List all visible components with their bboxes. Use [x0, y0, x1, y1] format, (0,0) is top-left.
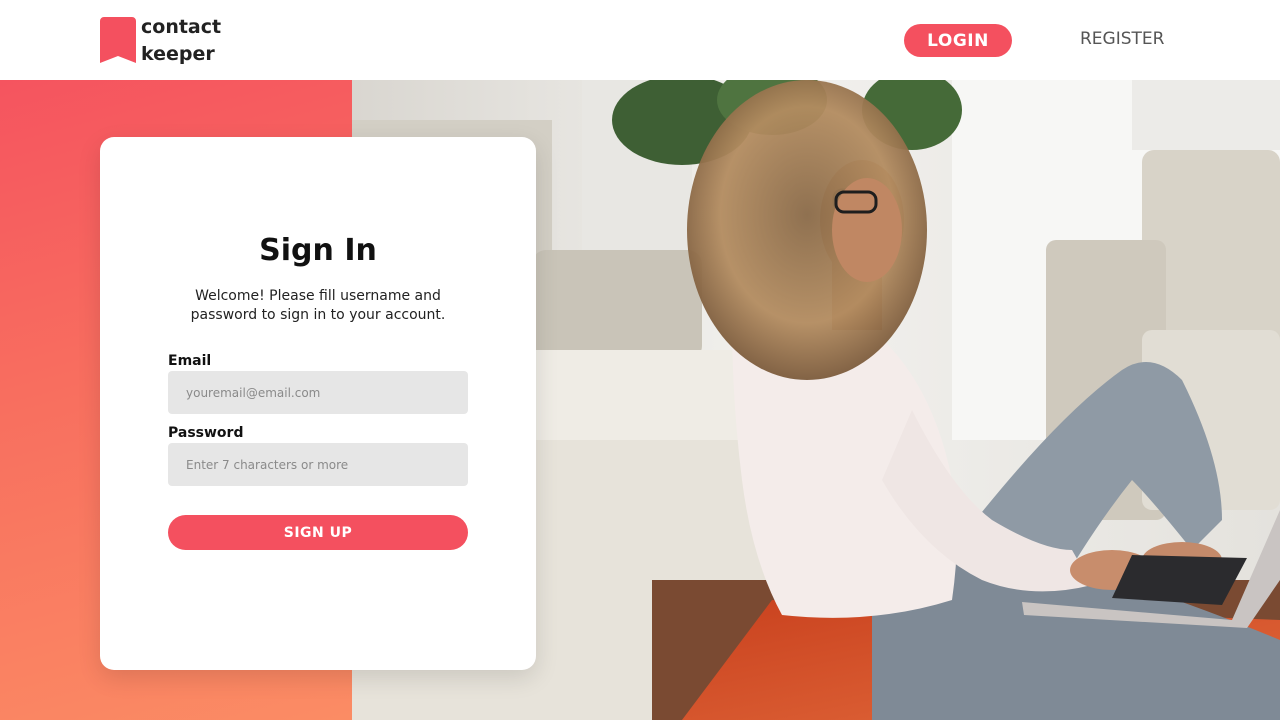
top-navbar: contact keeper LOGIN REGISTER [0, 0, 1280, 80]
brand-name-line2: keeper [141, 43, 215, 65]
bookmark-logo-icon [100, 17, 136, 63]
signin-card: Sign In Welcome! Please fill username an… [100, 137, 536, 670]
nav-register-link[interactable]: REGISTER [1080, 28, 1164, 50]
password-label: Password [168, 425, 244, 441]
email-label: Email [168, 353, 212, 369]
brand-name-line1: contact [141, 16, 222, 38]
signin-subtitle: Welcome! Please fill username and passwo… [190, 288, 446, 323]
signin-title: Sign In [259, 233, 377, 268]
password-field[interactable] [168, 443, 468, 486]
brand-name: contact keeper [141, 14, 221, 68]
brand-logo[interactable]: contact keeper [100, 14, 221, 68]
nav-login-button[interactable]: LOGIN [904, 24, 1012, 57]
email-field[interactable] [168, 371, 468, 414]
signup-submit-button[interactable]: SIGN UP [168, 515, 468, 550]
